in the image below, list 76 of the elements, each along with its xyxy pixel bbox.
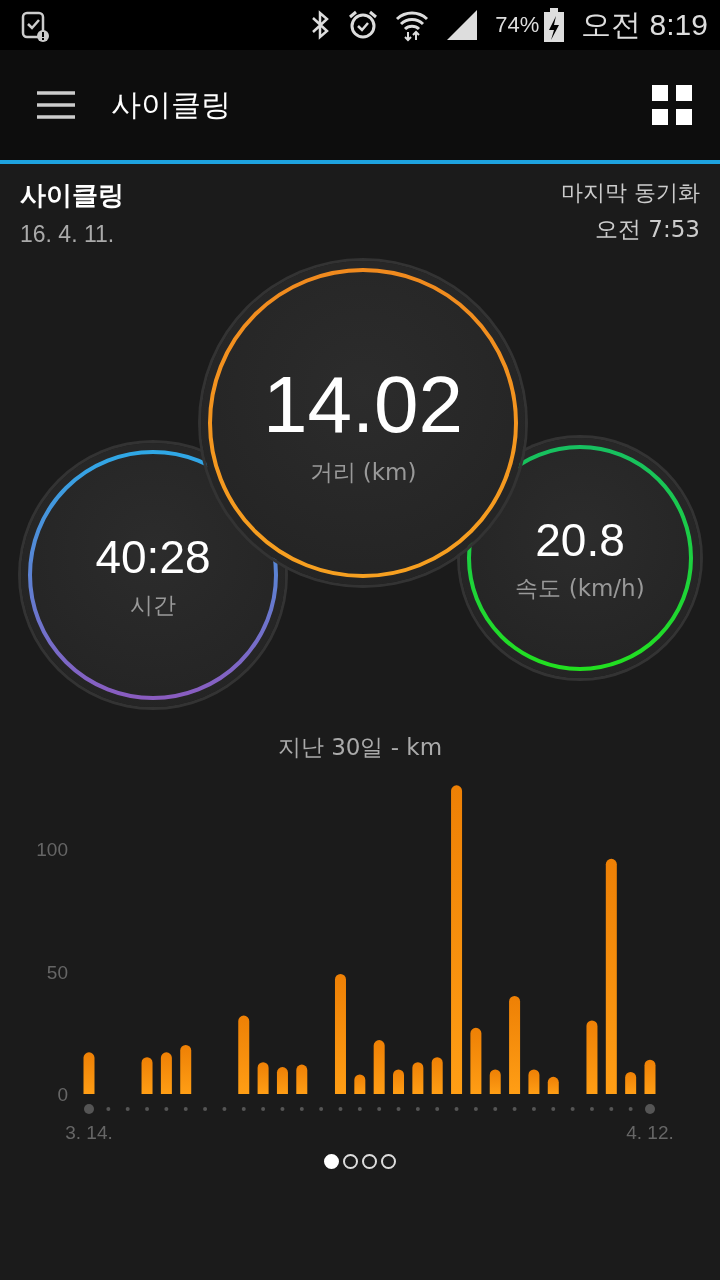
axis-label: 0 — [57, 1084, 68, 1105]
day-dot — [493, 1107, 498, 1111]
bar — [470, 1027, 482, 1094]
clock: 오전 8:19 — [581, 6, 708, 43]
toolbar-title: 사이클링 — [111, 85, 232, 124]
bar — [547, 1076, 559, 1094]
day-dot — [551, 1107, 556, 1111]
bar — [296, 1064, 308, 1094]
activity-title: 사이클링 — [20, 179, 124, 212]
date-label: 4. 12. — [626, 1122, 674, 1143]
page-indicator[interactable] — [362, 1154, 377, 1169]
alarm-icon — [347, 9, 380, 41]
signal-icon — [445, 9, 480, 41]
bar — [393, 1069, 404, 1094]
axis-label: 50 — [46, 961, 68, 983]
day-dot — [145, 1107, 150, 1111]
page-indicator[interactable] — [381, 1154, 396, 1169]
page-indicator[interactable] — [343, 1154, 358, 1169]
sync-label: 마지막 동기화 — [561, 179, 700, 207]
day-dot — [106, 1107, 111, 1111]
activity-date: 16. 4. 11. — [20, 221, 116, 248]
metric-label: 거리 (km) — [309, 457, 417, 487]
metric-circle[interactable]: 40:28 시간 — [21, 443, 285, 707]
chart-title: 지난 30일 - km — [276, 733, 444, 762]
day-dot — [435, 1107, 440, 1111]
bar — [431, 1057, 443, 1094]
day-dot — [222, 1107, 227, 1111]
bar — [412, 1062, 424, 1094]
bar — [141, 1057, 153, 1094]
day-dot — [454, 1107, 459, 1111]
day-dot — [319, 1107, 324, 1111]
battery-percent: 74% — [495, 12, 540, 38]
bar — [644, 1059, 656, 1094]
sync-time: 오전 7:53 — [594, 215, 700, 244]
day-dot — [609, 1107, 614, 1111]
menu-button[interactable] — [37, 91, 75, 119]
bar — [528, 1069, 540, 1094]
bar — [276, 1067, 288, 1094]
bar — [160, 1052, 172, 1094]
battery-charging-icon — [543, 8, 566, 42]
date-label: 3. 14. — [65, 1122, 113, 1143]
bar — [180, 1045, 192, 1094]
day-dot — [377, 1107, 382, 1111]
day-dot — [299, 1107, 304, 1111]
metric-circle[interactable]: 20.8 속도 (km/h) — [460, 438, 700, 678]
day-dot — [261, 1107, 266, 1111]
day-dot — [473, 1107, 478, 1111]
day-dot — [396, 1107, 401, 1111]
day-dot — [84, 1104, 94, 1114]
day-dot — [531, 1107, 536, 1111]
day-dot — [645, 1104, 655, 1114]
day-dot — [570, 1107, 575, 1111]
day-dot — [183, 1107, 188, 1111]
bar — [83, 1052, 95, 1094]
bar — [257, 1062, 269, 1094]
day-dot — [415, 1107, 420, 1111]
day-dot — [628, 1107, 633, 1111]
day-dot — [338, 1107, 343, 1111]
day-dot — [203, 1107, 208, 1111]
bar — [625, 1071, 637, 1094]
menu-icon — [37, 91, 75, 119]
grid-view-button[interactable] — [652, 85, 692, 125]
day-dot — [241, 1107, 246, 1111]
day-dot — [280, 1107, 285, 1111]
bar — [354, 1074, 366, 1094]
metric-value: 20.8 — [535, 512, 625, 567]
day-dot — [125, 1107, 130, 1111]
day-dot — [512, 1107, 517, 1111]
day-dot — [589, 1107, 594, 1111]
grid-icon — [652, 85, 692, 125]
day-dot — [357, 1107, 362, 1111]
metric-label: 시간 — [130, 590, 176, 620]
bar — [489, 1069, 501, 1094]
bar — [373, 1040, 385, 1094]
day-dot — [164, 1107, 169, 1111]
axis-label: 100 — [36, 839, 68, 860]
